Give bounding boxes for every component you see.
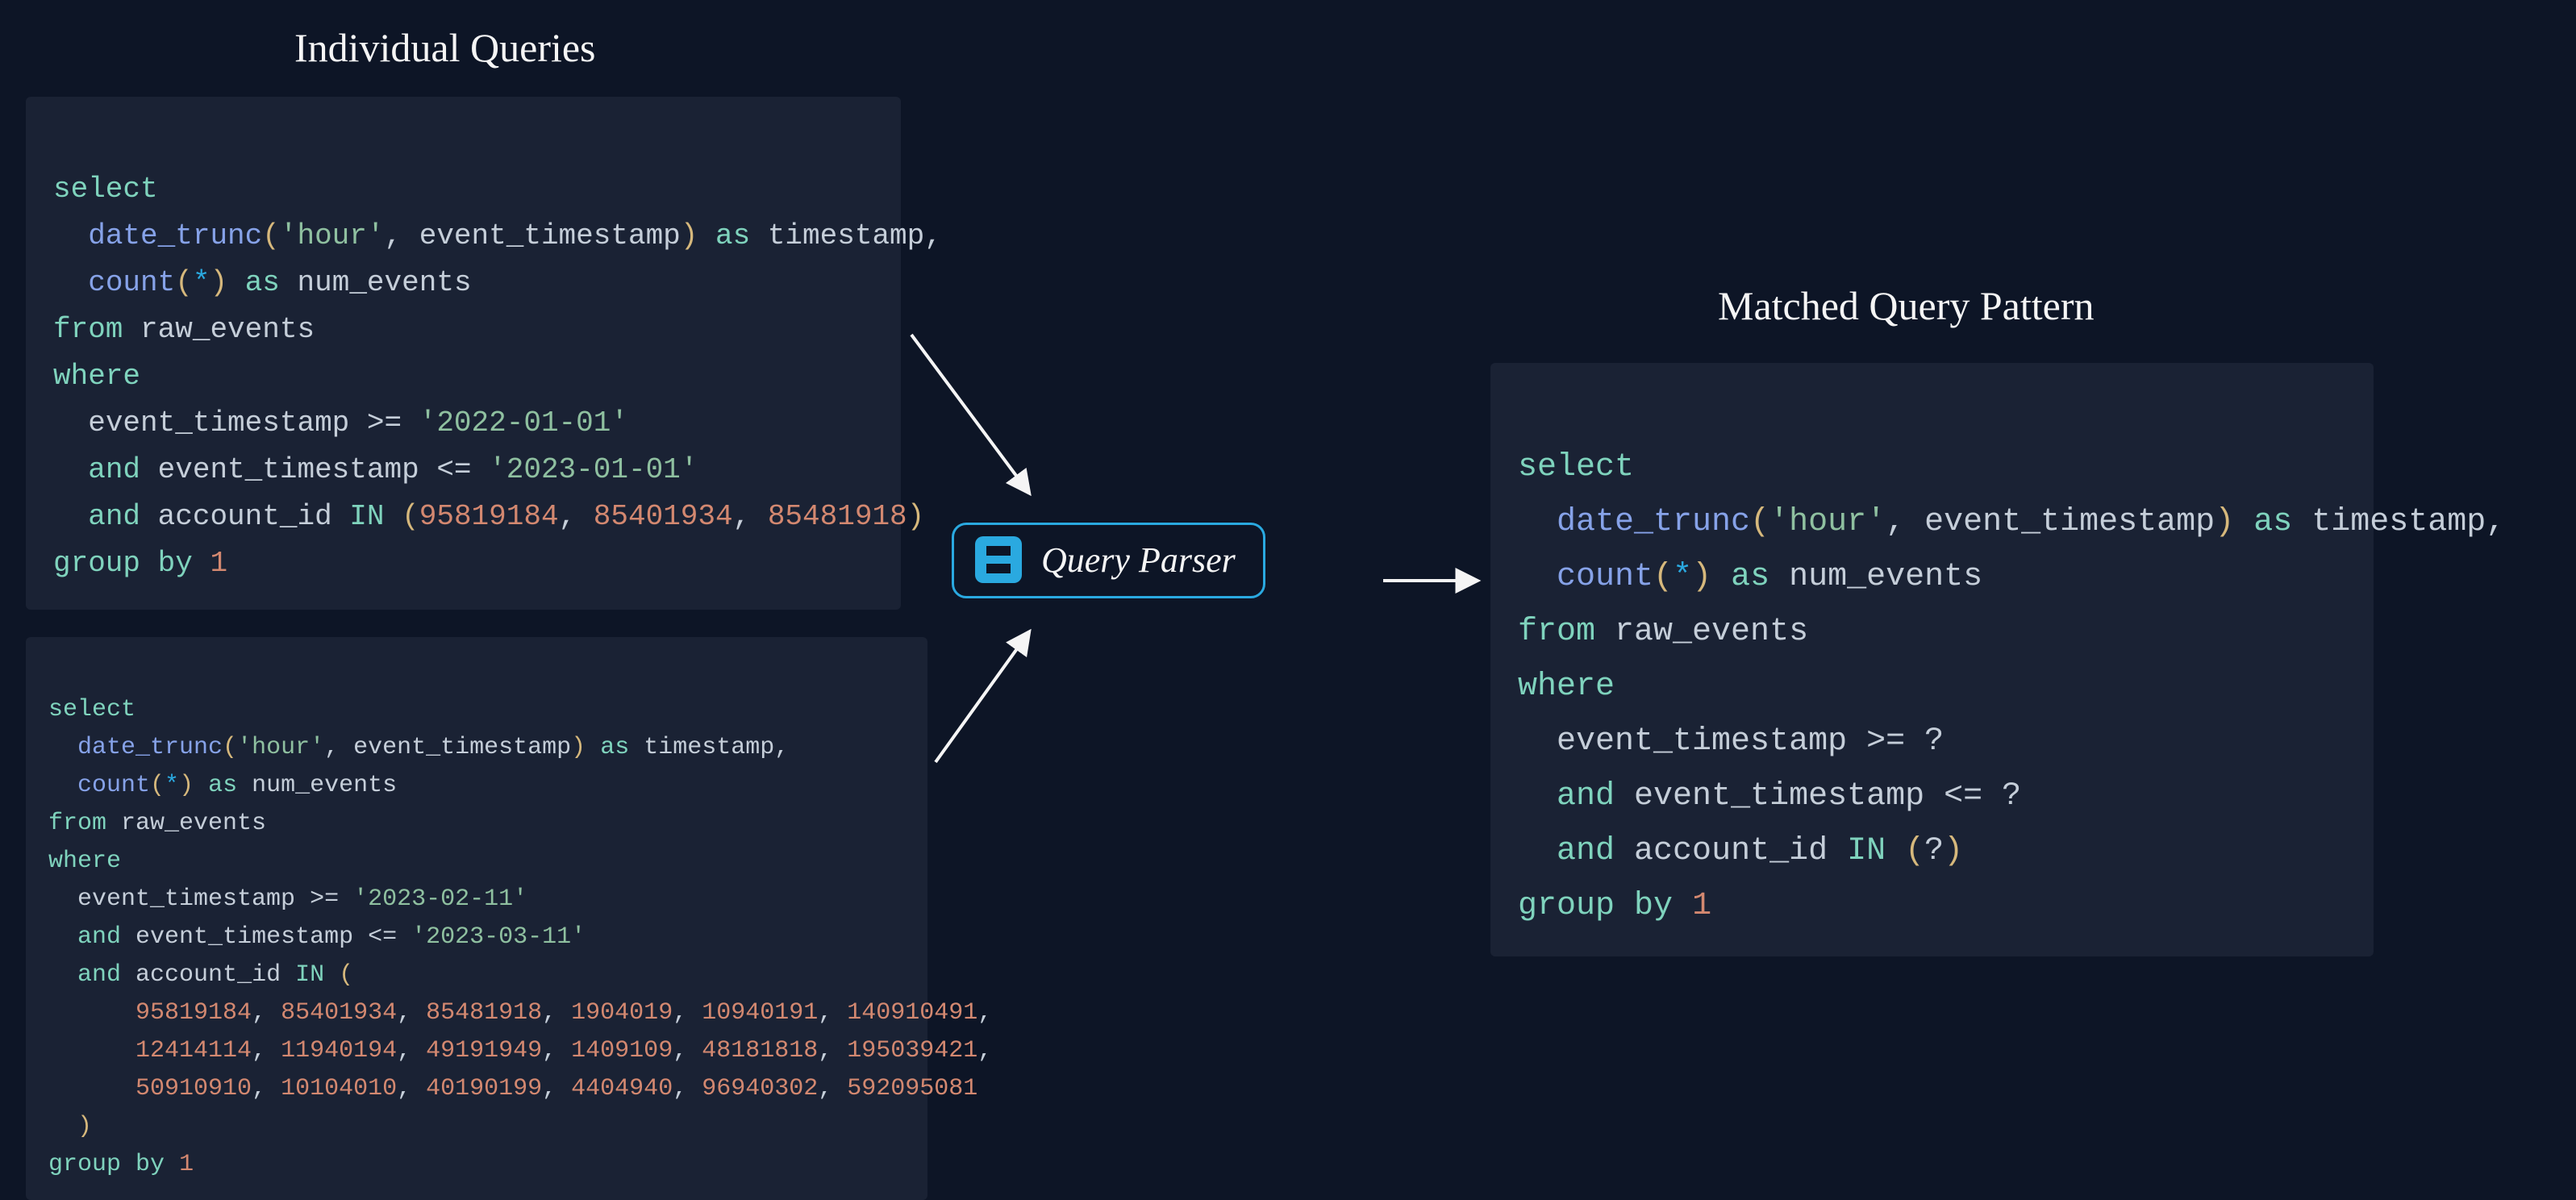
- code-query-1: select date_trunc('hour', event_timestam…: [26, 97, 901, 610]
- parser-logo-icon: [975, 536, 1022, 583]
- heading-left: Individual Queries: [294, 24, 596, 71]
- heading-right: Matched Query Pattern: [1718, 282, 2095, 329]
- arrow-q2-to-parser: [936, 633, 1028, 762]
- parser-label: Query Parser: [1041, 540, 1236, 581]
- code-query-2: select date_trunc('hour', event_timestam…: [26, 637, 927, 1200]
- arrow-q1-to-parser: [911, 335, 1028, 492]
- code-pattern: select date_trunc('hour', event_timestam…: [1490, 363, 2374, 956]
- parser-box: Query Parser: [952, 523, 1265, 598]
